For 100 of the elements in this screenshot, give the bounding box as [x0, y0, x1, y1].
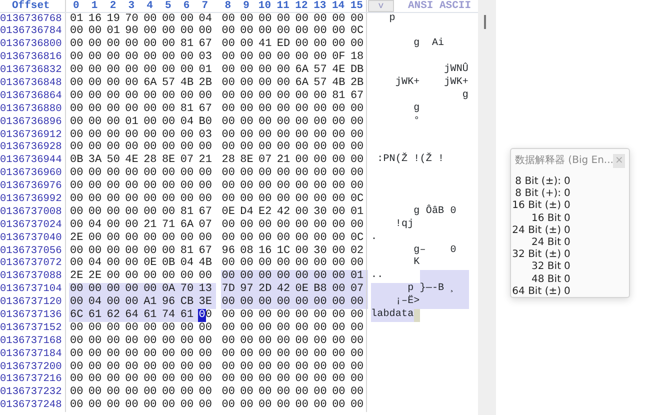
hex-byte[interactable]: 00: [142, 90, 161, 103]
hex-byte[interactable]: 00: [106, 90, 124, 103]
hex-byte[interactable]: 00: [331, 128, 350, 142]
hex-byte[interactable]: 00: [179, 25, 198, 38]
hex-byte[interactable]: 0E: [294, 283, 313, 296]
hex-byte[interactable]: 00: [142, 51, 161, 64]
hex-byte[interactable]: 00: [220, 12, 240, 26]
hex-byte[interactable]: 00: [124, 90, 143, 103]
hex-byte[interactable]: 00: [239, 192, 258, 206]
hex-byte[interactable]: 42: [276, 283, 294, 296]
hex-byte[interactable]: 41: [258, 38, 276, 52]
hex-byte[interactable]: 00: [198, 167, 216, 180]
hex-byte[interactable]: 16: [258, 244, 276, 258]
hex-byte[interactable]: 00: [258, 270, 276, 284]
hex-byte[interactable]: 0A: [160, 283, 180, 296]
hex-byte[interactable]: 00: [69, 206, 88, 219]
hex-byte[interactable]: 00: [312, 270, 332, 284]
hex-byte[interactable]: 57: [312, 76, 332, 90]
hex-byte[interactable]: 4E: [331, 64, 350, 77]
hex-byte[interactable]: 00: [258, 334, 276, 348]
hex-byte[interactable]: 00: [160, 322, 180, 335]
hex-byte[interactable]: 00: [294, 334, 313, 348]
hex-byte[interactable]: 00: [142, 38, 161, 52]
hex-byte[interactable]: 00: [106, 399, 124, 412]
hex-byte[interactable]: 00: [124, 180, 143, 193]
hex-byte[interactable]: 00: [142, 283, 161, 296]
hex-byte[interactable]: 04: [179, 116, 198, 129]
hex-byte[interactable]: 8E: [239, 154, 258, 168]
hex-byte[interactable]: 00: [349, 141, 368, 154]
hex-byte[interactable]: 21: [198, 154, 216, 168]
hex-byte[interactable]: 00: [69, 218, 88, 232]
hex-byte[interactable]: 00: [87, 399, 106, 412]
hex-byte[interactable]: 00: [87, 232, 106, 245]
hex-byte[interactable]: 00: [349, 116, 368, 129]
hex-byte[interactable]: B8: [312, 283, 332, 296]
hex-byte[interactable]: 00: [69, 373, 88, 386]
hex-byte[interactable]: 00: [331, 322, 350, 335]
hex-byte[interactable]: 00: [349, 399, 368, 412]
hex-byte[interactable]: 00: [294, 12, 313, 26]
hex-byte[interactable]: 00: [69, 348, 88, 361]
hex-byte[interactable]: 00: [198, 232, 216, 245]
hex-byte[interactable]: 00: [87, 64, 106, 77]
hex-byte[interactable]: 00: [349, 386, 368, 400]
hex-byte[interactable]: 00: [331, 141, 350, 154]
hex-byte[interactable]: 00: [312, 25, 332, 38]
hex-byte[interactable]: 00: [331, 25, 350, 38]
hex-byte[interactable]: 19: [106, 12, 124, 26]
hex-byte[interactable]: 00: [331, 206, 350, 219]
hex-byte[interactable]: 00: [87, 141, 106, 154]
hex-byte[interactable]: 00: [239, 334, 258, 348]
hex-byte[interactable]: D4: [239, 206, 258, 219]
hex-byte[interactable]: 00: [160, 334, 180, 348]
hex-byte[interactable]: 00: [220, 296, 240, 309]
hex-byte[interactable]: 00: [160, 348, 180, 361]
hex-byte[interactable]: 00: [331, 12, 350, 26]
hex-byte[interactable]: 00: [179, 64, 198, 77]
hex-byte[interactable]: 00: [142, 386, 161, 400]
hex-byte[interactable]: 00: [258, 51, 276, 64]
hex-byte[interactable]: 61: [179, 308, 198, 322]
hex-byte[interactable]: 00: [124, 64, 143, 77]
hex-byte[interactable]: 00: [142, 232, 161, 245]
hex-byte[interactable]: 00: [69, 90, 88, 103]
hex-byte[interactable]: 00: [349, 348, 368, 361]
hex-byte[interactable]: 00: [349, 38, 368, 52]
hex-byte[interactable]: 00: [294, 218, 313, 232]
hex-byte[interactable]: 00: [124, 206, 143, 219]
hex-byte[interactable]: 00: [124, 360, 143, 374]
hex-byte[interactable]: 00: [294, 128, 313, 142]
hex-byte[interactable]: 04: [87, 257, 106, 270]
hex-byte[interactable]: 00: [312, 334, 332, 348]
hex-byte[interactable]: 00: [160, 244, 180, 258]
hex-byte[interactable]: 00: [179, 180, 198, 193]
hex-byte[interactable]: 90: [124, 25, 143, 38]
hex-byte[interactable]: 00: [69, 167, 88, 180]
hex-byte[interactable]: 00: [198, 373, 216, 386]
hex-byte[interactable]: 00: [294, 206, 313, 219]
hex-byte[interactable]: 00: [179, 399, 198, 412]
hex-byte[interactable]: 00: [276, 386, 294, 400]
hex-byte[interactable]: 00: [349, 308, 368, 322]
hex-byte[interactable]: 00: [69, 386, 88, 400]
hex-byte[interactable]: 00: [106, 102, 124, 116]
hex-byte[interactable]: 00: [239, 218, 258, 232]
hex-byte[interactable]: 00: [312, 348, 332, 361]
hex-byte[interactable]: 00: [276, 322, 294, 335]
hex-byte[interactable]: 00: [349, 102, 368, 116]
hex-byte[interactable]: 00: [220, 348, 240, 361]
hex-byte[interactable]: 00: [142, 180, 161, 193]
hex-byte[interactable]: 00: [160, 51, 180, 64]
hex-byte[interactable]: 00: [220, 360, 240, 374]
hex-byte[interactable]: 2D: [258, 283, 276, 296]
hex-byte[interactable]: 00: [124, 102, 143, 116]
hex-byte[interactable]: 00: [276, 90, 294, 103]
hex-byte[interactable]: 00: [198, 399, 216, 412]
hex-byte[interactable]: 2E: [69, 232, 88, 245]
hex-byte[interactable]: 00: [276, 270, 294, 284]
hex-byte[interactable]: 00: [294, 348, 313, 361]
hex-byte[interactable]: 00: [87, 90, 106, 103]
hex-byte[interactable]: 2E: [69, 270, 88, 284]
hex-byte[interactable]: 00: [198, 360, 216, 374]
hex-byte[interactable]: 00: [331, 296, 350, 309]
